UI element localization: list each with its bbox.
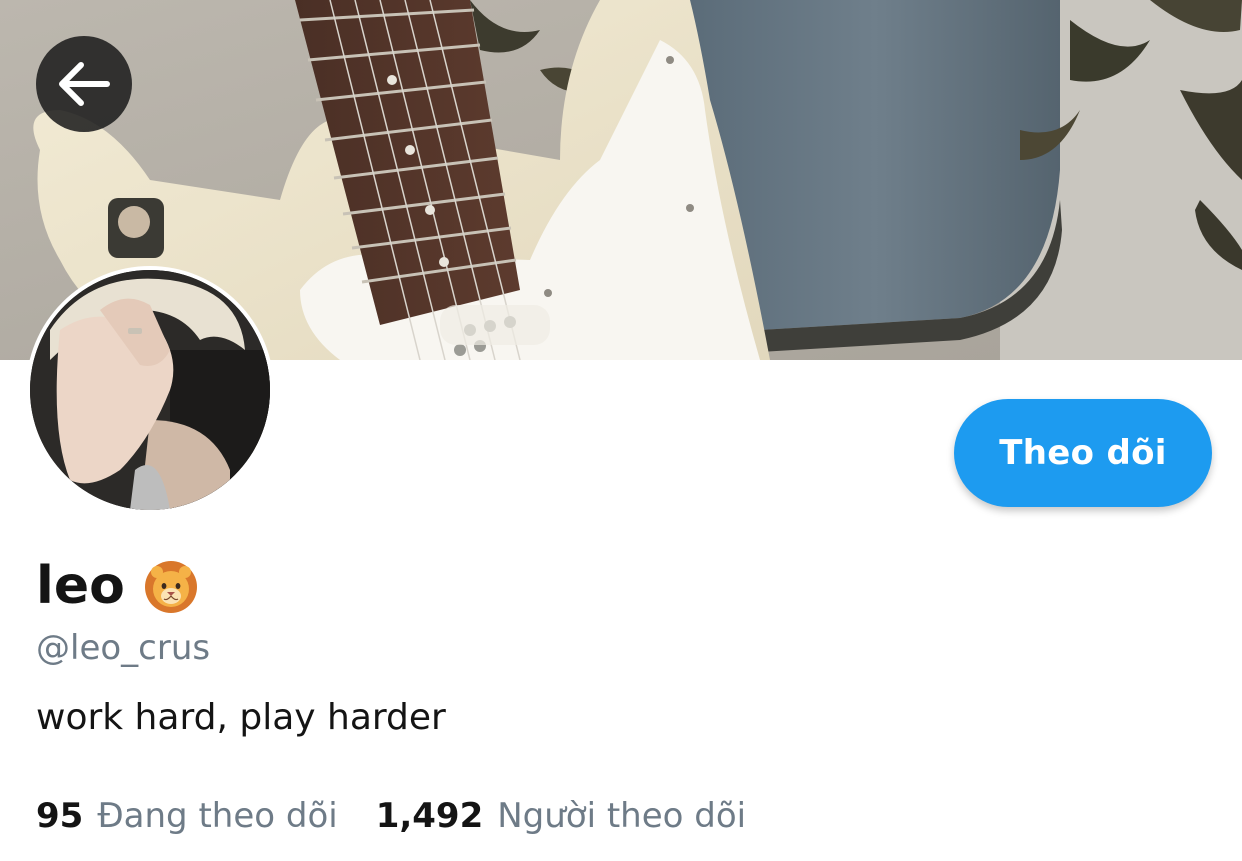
avatar-photo [30, 270, 270, 510]
display-name: leo [36, 556, 125, 616]
profile-avatar[interactable] [26, 266, 274, 514]
display-name-row: leo [36, 552, 199, 620]
following-stat-link[interactable]: 95 Đang theo dõi [36, 792, 338, 840]
profile-bio: work hard, play harder [36, 697, 446, 738]
user-handle: @leo_crus [36, 628, 211, 668]
following-label: Đang theo dõi [97, 796, 338, 836]
back-button[interactable] [36, 36, 132, 132]
follow-stats: 95 Đang theo dõi 1,492 Người theo dõi [36, 792, 746, 840]
followers-count: 1,492 [375, 796, 484, 836]
profile-page: Theo dõi leo @leo_crus work hard, play h… [0, 0, 1242, 861]
following-count: 95 [36, 796, 84, 836]
lion-face-icon [143, 558, 199, 614]
arrow-left-icon [59, 62, 110, 106]
follow-button[interactable]: Theo dõi [954, 399, 1212, 507]
followers-stat-link[interactable]: 1,492 Người theo dõi [376, 792, 746, 840]
followers-label: Người theo dõi [497, 796, 747, 836]
